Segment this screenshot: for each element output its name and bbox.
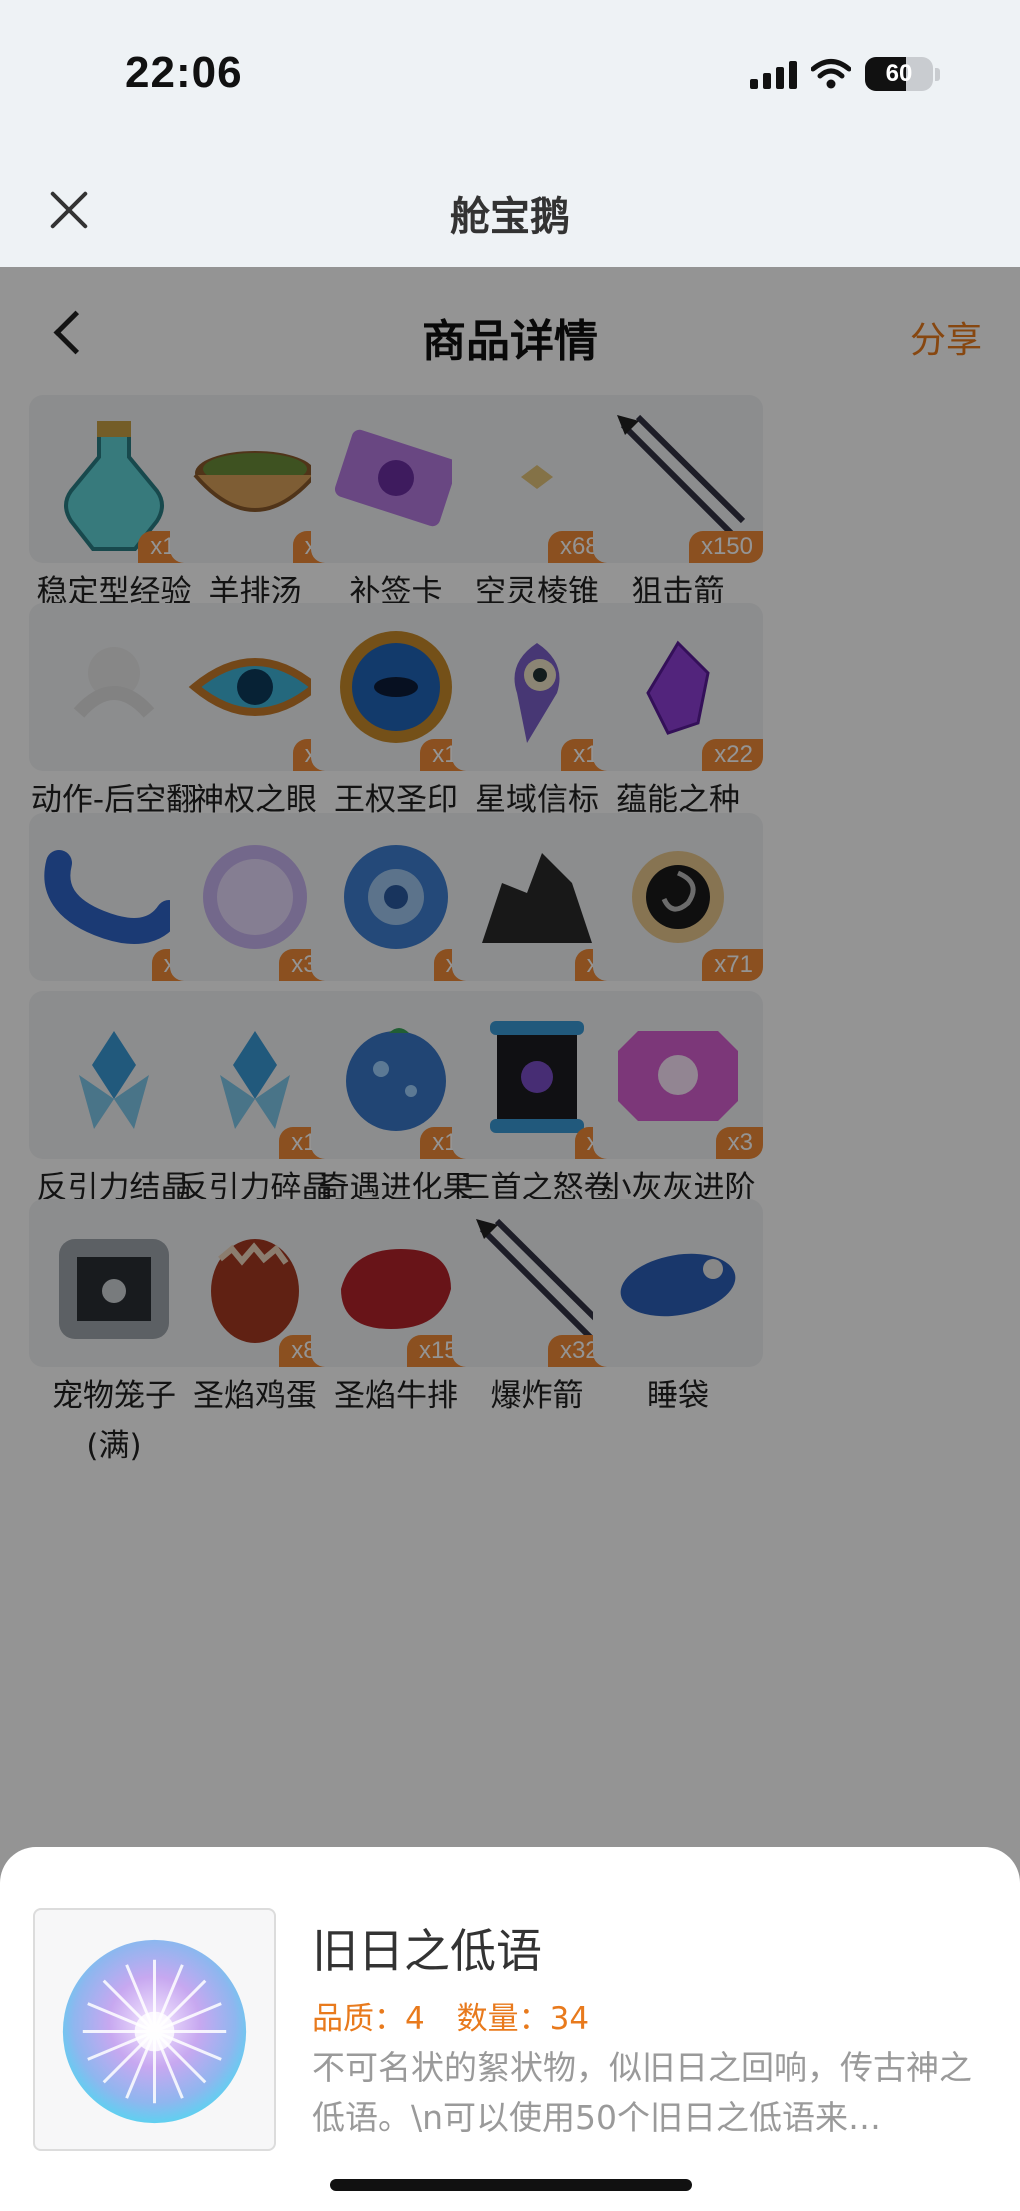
app-title: 舱宝鹅 — [450, 194, 570, 240]
battery-icon: 60 — [865, 57, 933, 91]
detail-item-name: 旧日之低语 — [312, 1924, 542, 1978]
item-detail-sheet: 旧日之低语 品质：4 数量：34 不可名状的絮状物，似旧日之回响，传古神之低语。… — [0, 1847, 1020, 2211]
app-bar: 舱宝鹅 — [0, 150, 1020, 267]
detail-meta: 品质：4 数量：34 — [312, 1993, 611, 2038]
detail-description: 不可名状的絮状物，似旧日之回响，传古神之低语。\n可以使用50个旧日之低语来… — [312, 2048, 972, 2137]
battery-nub — [935, 67, 940, 81]
detail-count: 数量：34 — [456, 2001, 590, 2037]
home-indicator[interactable] — [330, 2179, 692, 2191]
battery-level: 60 — [885, 60, 913, 87]
signal-icon — [750, 59, 797, 89]
detail-quality: 品质：4 — [312, 2001, 425, 2037]
wifi-icon — [811, 59, 851, 89]
status-icons: 60 — [750, 52, 940, 96]
orb-icon — [33, 1908, 276, 2151]
status-bar: 22:06 60 — [0, 0, 1020, 150]
status-time: 22:06 — [125, 48, 243, 97]
